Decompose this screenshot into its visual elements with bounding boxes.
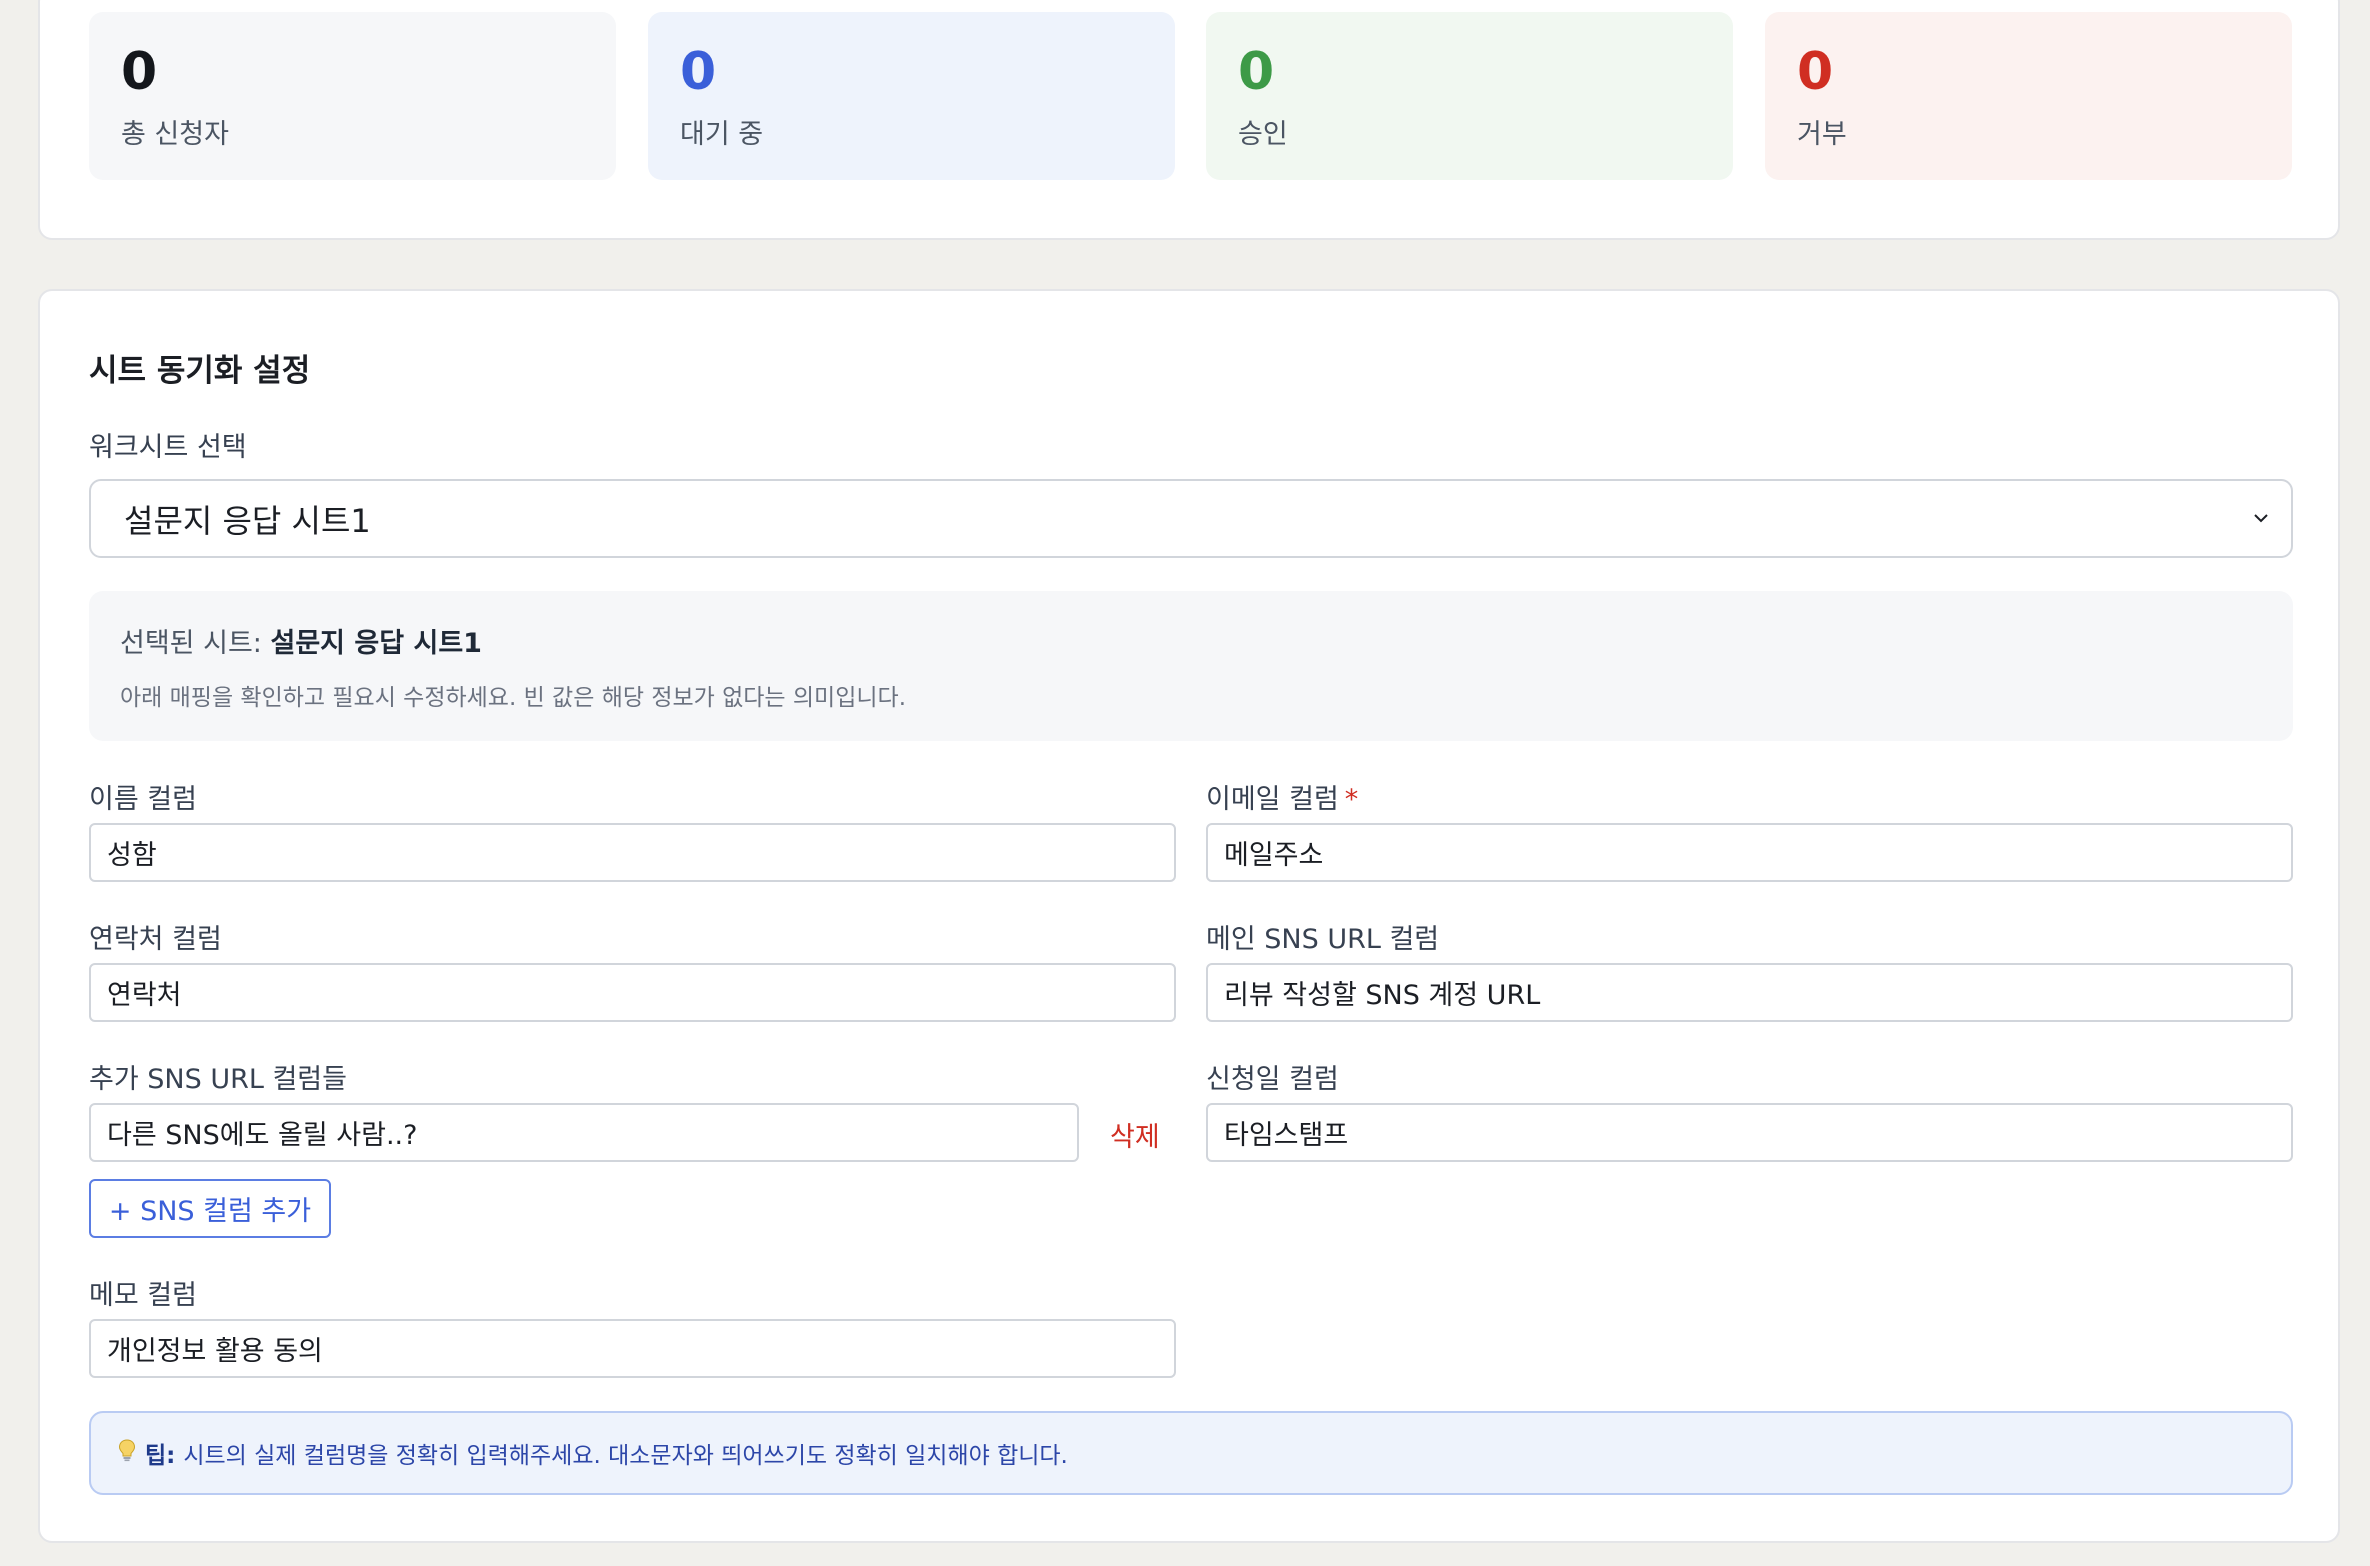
email-column-value: 메일주소 bbox=[1224, 840, 1324, 871]
delete-sns-column-button[interactable]: 삭제 bbox=[1110, 1115, 1160, 1154]
memo-column-input[interactable]: 개인정보 활용 동의 bbox=[89, 1319, 1176, 1378]
email-column-input[interactable]: 메일주소 bbox=[1206, 823, 2293, 882]
phone-column-value: 연락처 bbox=[107, 980, 182, 1011]
stats-card: 0 총 신청자 0 대기 중 0 승인 0 거부 bbox=[38, 0, 2340, 240]
worksheet-select-value: 설문지 응답 시트1 bbox=[124, 501, 371, 540]
phone-column-label: 연락처 컬럼 bbox=[89, 924, 222, 955]
section-title: 시트 동기화 설정 bbox=[89, 353, 311, 389]
extra-sns-column-value: 다른 SNS에도 올릴 사람..? bbox=[107, 1120, 418, 1151]
main-sns-column-input[interactable]: 리뷰 작성할 SNS 계정 URL bbox=[1206, 963, 2293, 1022]
add-sns-column-button[interactable]: + SNS 컬럼 추가 bbox=[89, 1179, 331, 1238]
memo-column-label: 메모 컬럼 bbox=[89, 1280, 197, 1311]
tip-banner: 팁: 시트의 실제 컬럼명을 정확히 입력해주세요. 대소문자와 띄어쓰기도 정… bbox=[89, 1411, 2293, 1495]
date-column-label: 신청일 컬럼 bbox=[1206, 1064, 1339, 1095]
selected-sheet-prefix: 선택된 시트: bbox=[120, 628, 262, 659]
main-sns-column-value: 리뷰 작성할 SNS 계정 URL bbox=[1224, 980, 1541, 1011]
stat-pending: 0 대기 중 bbox=[648, 12, 1175, 180]
tip-label: 팁: bbox=[145, 1443, 176, 1469]
extra-sns-column-input[interactable]: 다른 SNS에도 올릴 사람..? bbox=[89, 1103, 1079, 1162]
selected-sheet-line: 선택된 시트: 설문지 응답 시트1 bbox=[120, 621, 2262, 660]
selected-sheet-info: 선택된 시트: 설문지 응답 시트1 아래 매핑을 확인하고 필요시 수정하세요… bbox=[89, 591, 2293, 741]
stat-approved-label: 승인 bbox=[1238, 119, 1288, 150]
stat-total-label: 총 신청자 bbox=[121, 119, 229, 150]
stat-total-value: 0 bbox=[121, 42, 158, 102]
worksheet-select[interactable]: 설문지 응답 시트1 bbox=[89, 479, 2293, 558]
stat-pending-value: 0 bbox=[680, 42, 717, 102]
stat-rejected-label: 거부 bbox=[1797, 119, 1847, 150]
tip-text: 시트의 실제 컬럼명을 정확히 입력해주세요. 대소문자와 띄어쓰기도 정확히 … bbox=[183, 1443, 1068, 1469]
stat-rejected-value: 0 bbox=[1797, 42, 1834, 102]
chevron-down-icon bbox=[2254, 514, 2268, 523]
date-column-value: 타임스탬프 bbox=[1224, 1120, 1349, 1151]
stat-approved-value: 0 bbox=[1238, 42, 1275, 102]
stat-total-applicants: 0 총 신청자 bbox=[89, 12, 616, 180]
stat-approved: 0 승인 bbox=[1206, 12, 1733, 180]
main-sns-column-label: 메인 SNS URL 컬럼 bbox=[1206, 924, 1440, 955]
email-column-label: 이메일 컬럼 * bbox=[1206, 777, 1358, 816]
email-column-label-text: 이메일 컬럼 bbox=[1206, 784, 1339, 815]
stat-rejected: 0 거부 bbox=[1765, 12, 2292, 180]
lightbulb-icon bbox=[117, 1438, 137, 1468]
sheet-sync-settings-card: 시트 동기화 설정 워크시트 선택 설문지 응답 시트1 선택된 시트: 설문지… bbox=[38, 289, 2340, 1543]
extra-sns-columns-label: 추가 SNS URL 컬럼들 bbox=[89, 1064, 347, 1095]
selected-sheet-name: 설문지 응답 시트1 bbox=[270, 628, 482, 659]
stat-pending-label: 대기 중 bbox=[680, 119, 764, 150]
name-column-value: 성함 bbox=[107, 840, 157, 871]
phone-column-input[interactable]: 연락처 bbox=[89, 963, 1176, 1022]
name-column-input[interactable]: 성함 bbox=[89, 823, 1176, 882]
worksheet-select-label: 워크시트 선택 bbox=[89, 432, 247, 463]
date-column-input[interactable]: 타임스탬프 bbox=[1206, 1103, 2293, 1162]
memo-column-value: 개인정보 활용 동의 bbox=[107, 1336, 323, 1367]
name-column-label: 이름 컬럼 bbox=[89, 784, 197, 815]
required-asterisk: * bbox=[1344, 784, 1359, 815]
selected-sheet-help: 아래 매핑을 확인하고 필요시 수정하세요. 빈 값은 해당 정보가 없다는 의… bbox=[120, 685, 907, 711]
